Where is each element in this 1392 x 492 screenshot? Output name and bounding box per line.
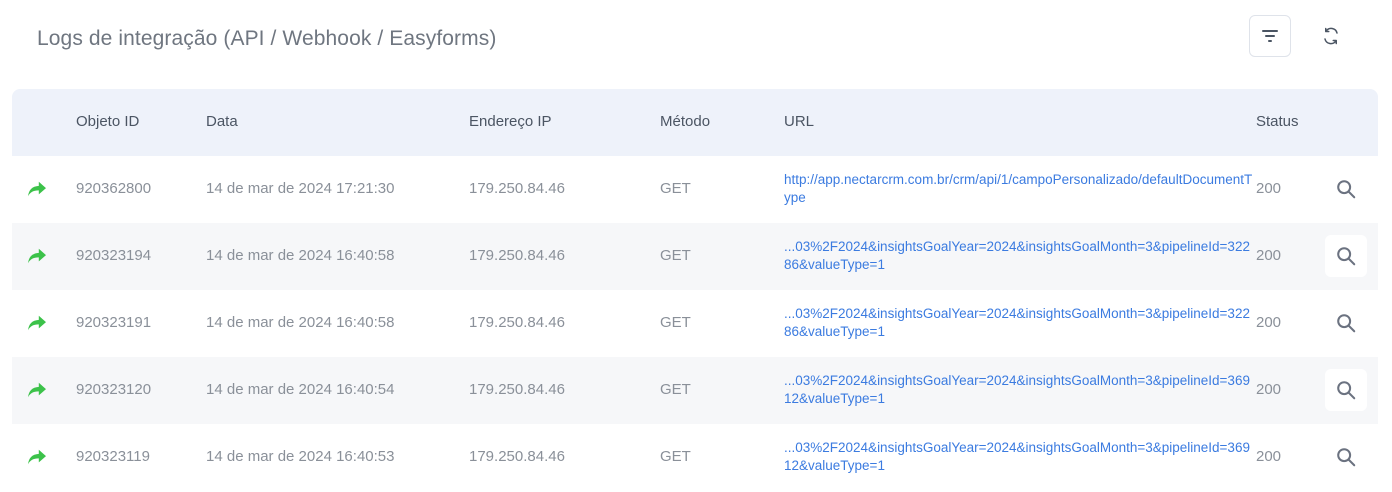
search-icon [1337, 180, 1356, 199]
table-row: 920323191 14 de mar de 2024 16:40:58 179… [12, 290, 1378, 357]
method-cell: GET [660, 381, 691, 398]
column-header-object-id[interactable]: Objeto ID [76, 113, 139, 130]
table-row: 920323194 14 de mar de 2024 16:40:58 179… [12, 223, 1378, 290]
search-icon [1337, 314, 1356, 333]
table-row: 920362800 14 de mar de 2024 17:21:30 179… [12, 156, 1378, 223]
refresh-button[interactable] [1310, 15, 1352, 57]
view-details-button[interactable] [1325, 369, 1367, 411]
filter-lines-icon [1262, 30, 1278, 42]
status-cell: 200 [1256, 448, 1282, 465]
url-link[interactable]: ...03%2F2024&insightsGoalYear=2024&insig… [784, 238, 1256, 274]
share-arrow-icon [28, 248, 46, 264]
search-icon [1337, 381, 1356, 400]
share-arrow-icon [28, 181, 46, 197]
method-cell: GET [660, 180, 691, 197]
status-cell: 200 [1256, 314, 1282, 331]
share-arrow-icon [28, 382, 46, 398]
date-cell: 14 de mar de 2024 16:40:58 [206, 314, 395, 331]
share-arrow-icon [28, 449, 46, 465]
ip-cell: 179.250.84.46 [469, 247, 565, 264]
column-header-method[interactable]: Método [660, 113, 710, 130]
column-header-date[interactable]: Data [206, 113, 238, 130]
object-id-cell: 920323120 [76, 381, 152, 398]
object-id-cell: 920323191 [76, 314, 152, 331]
view-details-button[interactable] [1325, 302, 1367, 344]
page-title: Logs de integração (API / Webhook / Easy… [37, 27, 497, 50]
object-id-cell: 920362800 [76, 180, 152, 197]
column-header-url[interactable]: URL [784, 113, 814, 130]
table-row: 920323120 14 de mar de 2024 16:40:54 179… [12, 357, 1378, 424]
ip-cell: 179.250.84.46 [469, 314, 565, 331]
view-details-button[interactable] [1325, 235, 1367, 277]
method-cell: GET [660, 314, 691, 331]
date-cell: 14 de mar de 2024 16:40:58 [206, 247, 395, 264]
url-link[interactable]: ...03%2F2024&insightsGoalYear=2024&insig… [784, 305, 1256, 341]
status-cell: 200 [1256, 247, 1282, 264]
date-cell: 14 de mar de 2024 17:21:30 [206, 180, 395, 197]
ip-cell: 179.250.84.46 [469, 180, 565, 197]
search-icon [1337, 448, 1356, 467]
filter-button[interactable] [1249, 15, 1291, 57]
view-details-button[interactable] [1325, 436, 1367, 478]
object-id-cell: 920323194 [76, 247, 152, 264]
column-header-status[interactable]: Status [1256, 113, 1299, 130]
date-cell: 14 de mar de 2024 16:40:54 [206, 381, 395, 398]
date-cell: 14 de mar de 2024 16:40:53 [206, 448, 395, 465]
method-cell: GET [660, 448, 691, 465]
table-row: 920323119 14 de mar de 2024 16:40:53 179… [12, 424, 1378, 491]
view-details-button[interactable] [1325, 168, 1367, 210]
refresh-icon [1324, 27, 1338, 45]
url-link[interactable]: ...03%2F2024&insightsGoalYear=2024&insig… [784, 439, 1256, 475]
status-cell: 200 [1256, 180, 1282, 197]
search-icon [1337, 247, 1356, 266]
status-cell: 200 [1256, 381, 1282, 398]
url-link[interactable]: http://app.nectarcrm.com.br/crm/api/1/ca… [784, 171, 1256, 207]
table-header: Objeto ID Data Endereço IP Método URL St… [12, 89, 1378, 156]
ip-cell: 179.250.84.46 [469, 381, 565, 398]
page-header: Logs de integração (API / Webhook / Easy… [0, 0, 1392, 80]
integration-logs-table: Objeto ID Data Endereço IP Método URL St… [12, 89, 1378, 491]
share-arrow-icon [28, 315, 46, 331]
column-header-ip[interactable]: Endereço IP [469, 113, 552, 130]
ip-cell: 179.250.84.46 [469, 448, 565, 465]
object-id-cell: 920323119 [76, 448, 150, 465]
method-cell: GET [660, 247, 691, 264]
url-link[interactable]: ...03%2F2024&insightsGoalYear=2024&insig… [784, 372, 1256, 408]
